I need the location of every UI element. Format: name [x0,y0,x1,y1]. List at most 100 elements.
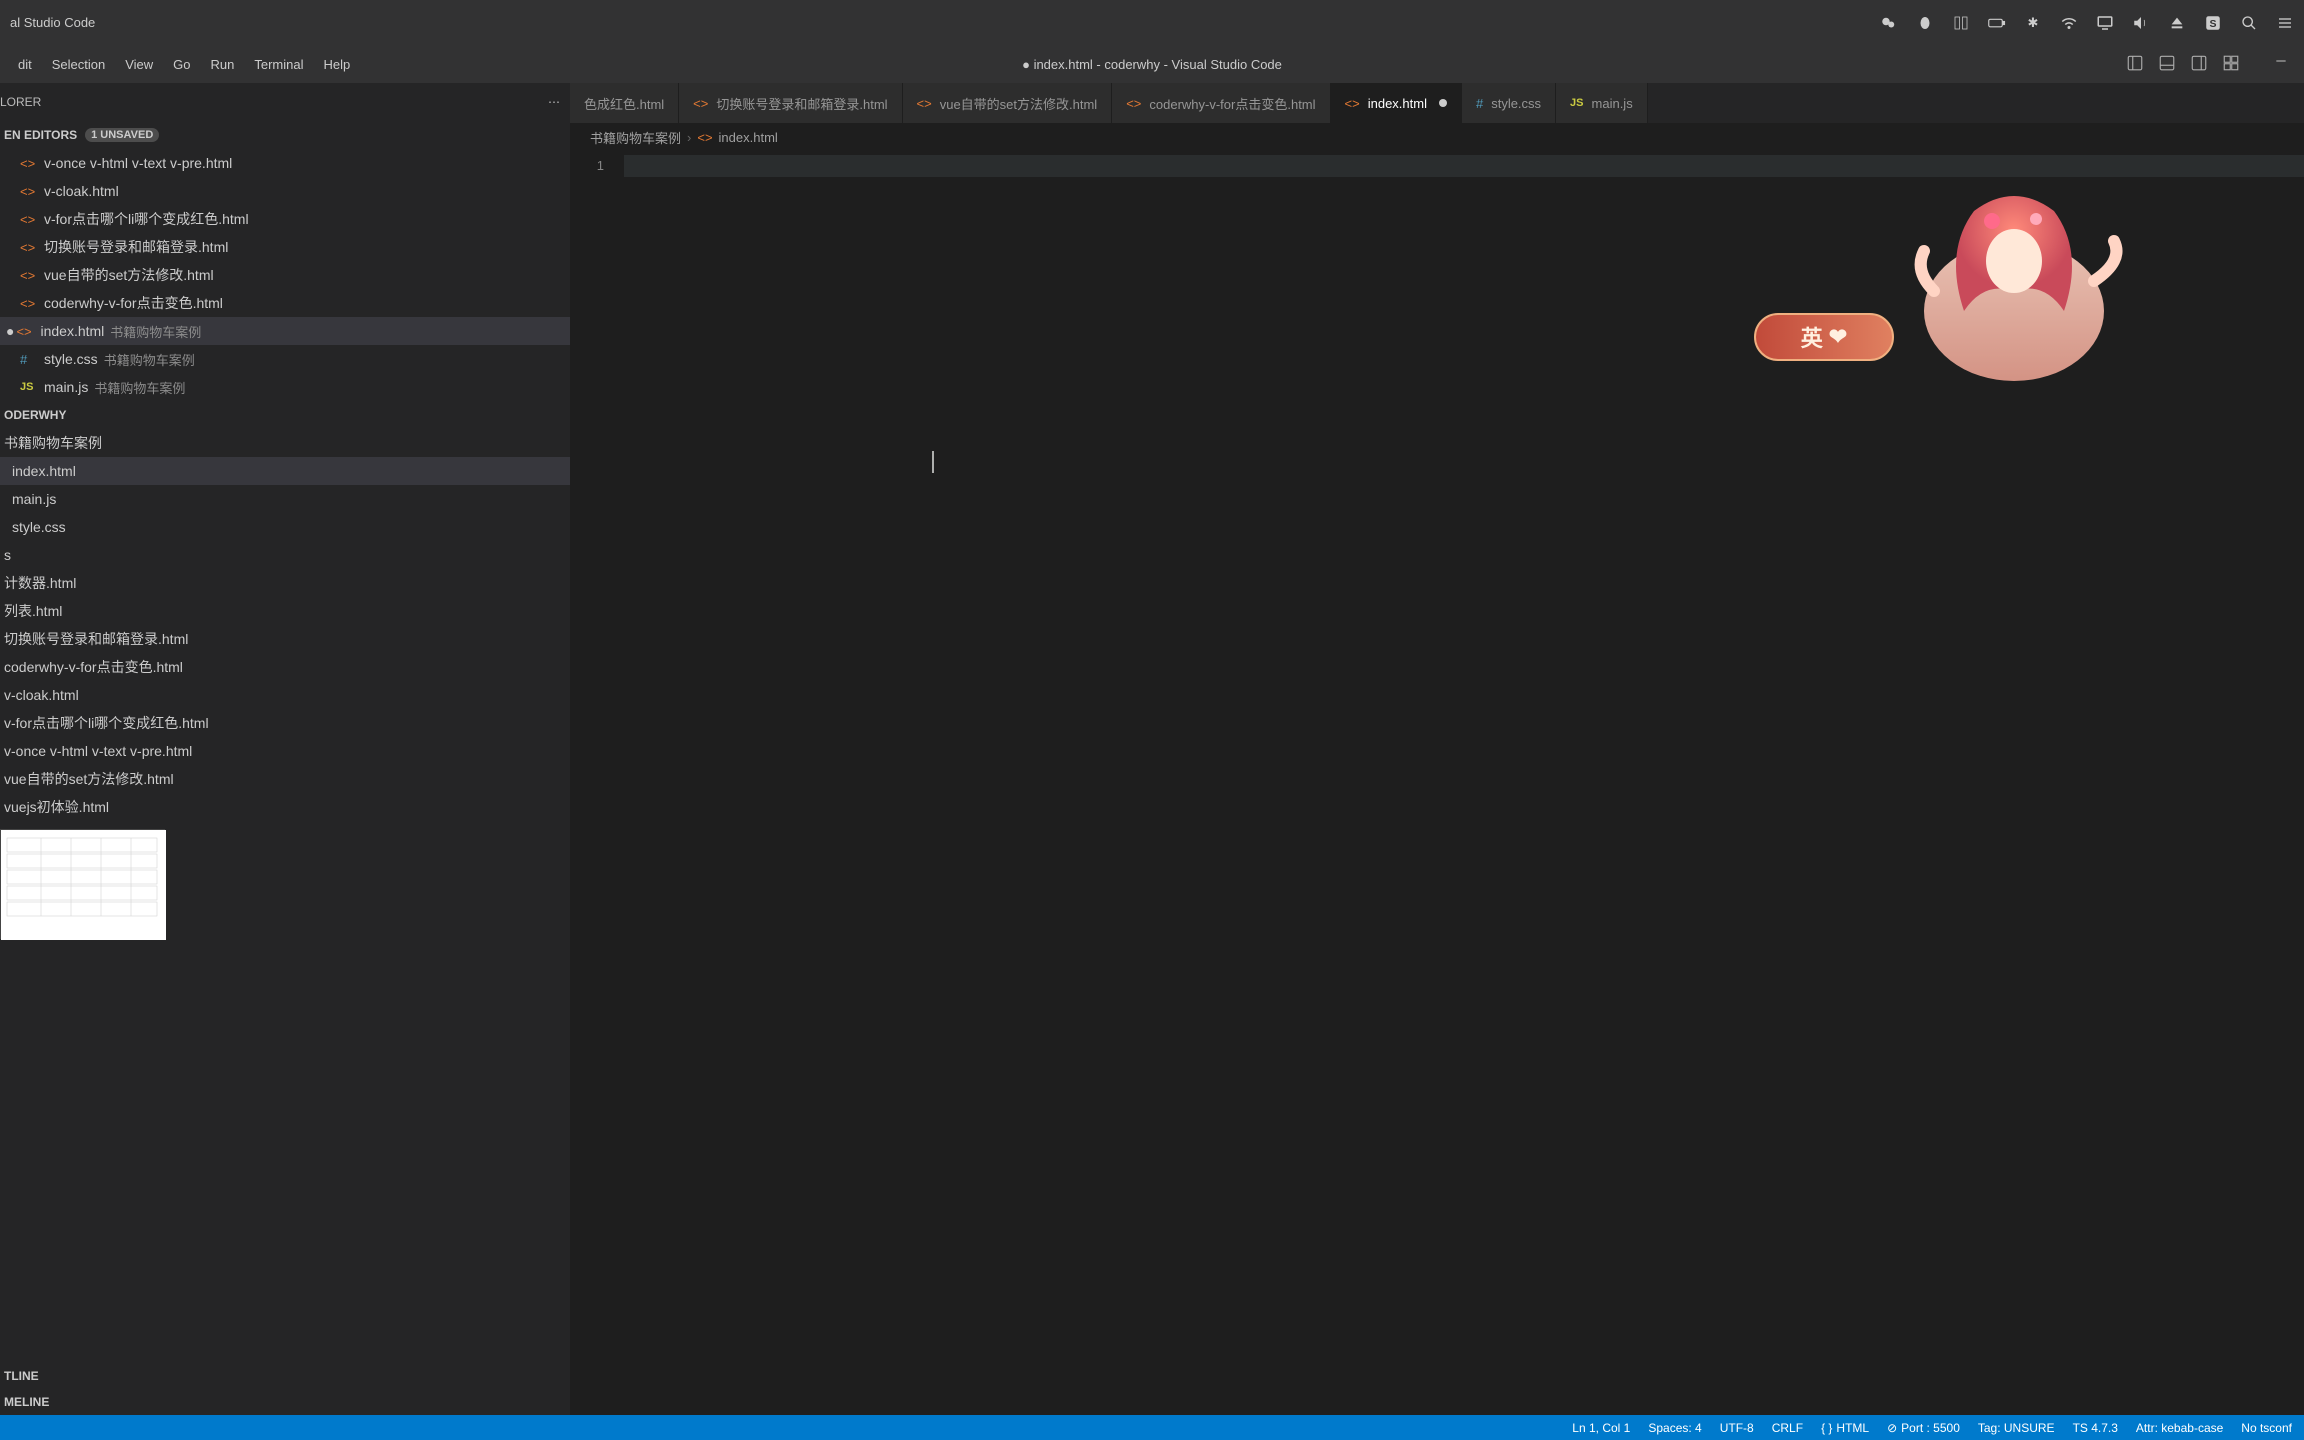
s-icon[interactable]: S [2204,14,2222,32]
workspace-header[interactable]: ODERWHY [0,401,570,429]
html-icon: <> [20,296,38,311]
tree-folder[interactable]: 书籍购物车案例 [0,429,570,457]
display-icon[interactable] [2096,14,2114,32]
tree-file[interactable]: main.js [0,485,570,513]
menu-run[interactable]: Run [201,51,245,78]
menu-help[interactable]: Help [314,51,361,78]
menu-terminal[interactable]: Terminal [244,51,313,78]
tree-file[interactable]: 列表.html [0,597,570,625]
editor-tab[interactable]: JSmain.js [1556,83,1648,123]
open-editors-list: <>v-once v-html v-text v-pre.html <>v-cl… [0,149,570,401]
tree-file[interactable]: v-cloak.html [0,681,570,709]
explorer-sidebar: LORER ⋯ EN EDITORS 1 unsaved <>v-once v-… [0,83,570,1415]
menu-go[interactable]: Go [163,51,200,78]
customize-layout-icon[interactable] [2222,54,2242,74]
breadcrumb[interactable]: 书籍购物车案例 › <> index.html [570,123,2304,151]
html-icon: <> [693,96,708,111]
breadcrumb-part[interactable]: index.html [719,130,778,145]
status-lang[interactable]: { }HTML [1821,1421,1869,1435]
window-title: ● index.html - coderwhy - Visual Studio … [1022,57,1282,72]
editor-tab[interactable]: <>vue自带的set方法修改.html [903,83,1113,123]
html-icon: <> [917,96,932,111]
explorer-more-icon[interactable]: ⋯ [548,95,560,109]
menu-view[interactable]: View [115,51,163,78]
tree-file[interactable]: index.html [0,457,570,485]
status-port[interactable]: ⊘Port : 5500 [1887,1421,1960,1435]
html-icon: <> [20,268,38,283]
editor-tab[interactable]: <>切换账号登录和邮箱登录.html [679,83,902,123]
chevron-right-icon: › [687,130,691,145]
html-icon: <> [1345,96,1360,111]
menu-icon[interactable] [2276,14,2294,32]
qq-icon[interactable] [1916,14,1934,32]
editor-area: 色成红色.html <>切换账号登录和邮箱登录.html <>vue自带的set… [570,83,2304,1415]
status-attr[interactable]: Attr: kebab-case [2136,1421,2223,1435]
minimize-icon[interactable] [2274,54,2294,74]
open-editor-item[interactable]: ●<>index.html书籍购物车案例 [0,317,570,345]
open-editor-item[interactable]: JSmain.js书籍购物车案例 [0,373,570,401]
tree-folder[interactable]: s [0,541,570,569]
tree-file[interactable]: 计数器.html [0,569,570,597]
status-tsconf[interactable]: No tsconf [2241,1421,2292,1435]
system-tray: ✱ S [1880,14,2294,32]
active-line-highlight [624,155,2304,177]
eject-icon[interactable] [2168,14,2186,32]
tree-file[interactable]: 切换账号登录和邮箱登录.html [0,625,570,653]
tree-file[interactable]: vue自带的set方法修改.html [0,765,570,793]
menu-edit[interactable]: dit [8,51,42,78]
toggle-secondary-sidebar-icon[interactable] [2190,54,2210,74]
open-editor-item[interactable]: <>v-once v-html v-text v-pre.html [0,149,570,177]
css-icon: # [1476,96,1483,111]
open-editor-item[interactable]: #style.css书籍购物车案例 [0,345,570,373]
macos-titlebar: al Studio Code ✱ S [0,0,2304,45]
tree-file[interactable]: v-once v-html v-text v-pre.html [0,737,570,765]
editor-tabs: 色成红色.html <>切换账号登录和邮箱登录.html <>vue自带的set… [570,83,2304,123]
code-area[interactable] [624,151,2304,1415]
status-ts[interactable]: TS 4.7.3 [2073,1421,2118,1435]
mem-icon[interactable] [1952,14,1970,32]
text-cursor [932,451,934,473]
status-encoding[interactable]: UTF-8 [1720,1421,1754,1435]
open-editor-item[interactable]: <>切换账号登录和邮箱登录.html [0,233,570,261]
open-editor-item[interactable]: <>coderwhy-v-for点击变色.html [0,289,570,317]
volume-icon[interactable] [2132,14,2150,32]
tree-file[interactable]: vuejs初体验.html [0,793,570,821]
open-editor-item[interactable]: <>v-cloak.html [0,177,570,205]
line-gutter: 1 [570,151,624,1415]
css-icon: # [20,352,38,367]
editor-content[interactable]: 1 [570,151,2304,1415]
timeline-section[interactable]: MELINE [0,1389,570,1415]
wechat-icon[interactable] [1880,14,1898,32]
status-spaces[interactable]: Spaces: 4 [1648,1421,1701,1435]
bluetooth-icon[interactable]: ✱ [2024,14,2042,32]
editor-tab[interactable]: 色成红色.html [570,83,679,123]
open-editors-header[interactable]: EN EDITORS 1 unsaved [0,121,570,149]
battery-icon[interactable] [1988,14,2006,32]
dirty-dot-icon: ● [6,323,14,339]
editor-tab[interactable]: <>index.html [1331,83,1462,123]
status-eol[interactable]: CRLF [1772,1421,1803,1435]
js-icon: JS [1570,97,1583,109]
menubar: dit Selection View Go Run Terminal Help … [0,45,2304,83]
tree-file[interactable]: style.css [0,513,570,541]
status-tag[interactable]: Tag: UNSURE [1978,1421,2055,1435]
toggle-primary-sidebar-icon[interactable] [2126,54,2146,74]
wifi-icon[interactable] [2060,14,2078,32]
tree-file[interactable]: coderwhy-v-for点击变色.html [0,653,570,681]
search-icon[interactable] [2240,14,2258,32]
editor-tab[interactable]: <>coderwhy-v-for点击变色.html [1112,83,1330,123]
menu-selection[interactable]: Selection [42,51,115,78]
preview-thumbnail [0,829,165,939]
open-editor-item[interactable]: <>vue自带的set方法修改.html [0,261,570,289]
html-icon: <> [1126,96,1141,111]
editor-tab[interactable]: #style.css [1462,83,1556,123]
app-name: al Studio Code [10,15,95,30]
explorer-header: LORER ⋯ [0,83,570,121]
toggle-panel-icon[interactable] [2158,54,2178,74]
breadcrumb-part[interactable]: 书籍购物车案例 [590,128,681,147]
tree-file[interactable]: v-for点击哪个li哪个变成红色.html [0,709,570,737]
status-cursor[interactable]: Ln 1, Col 1 [1572,1421,1630,1435]
open-editor-item[interactable]: <>v-for点击哪个li哪个变成红色.html [0,205,570,233]
html-icon: <> [697,130,712,145]
outline-section[interactable]: TLINE [0,1363,570,1389]
